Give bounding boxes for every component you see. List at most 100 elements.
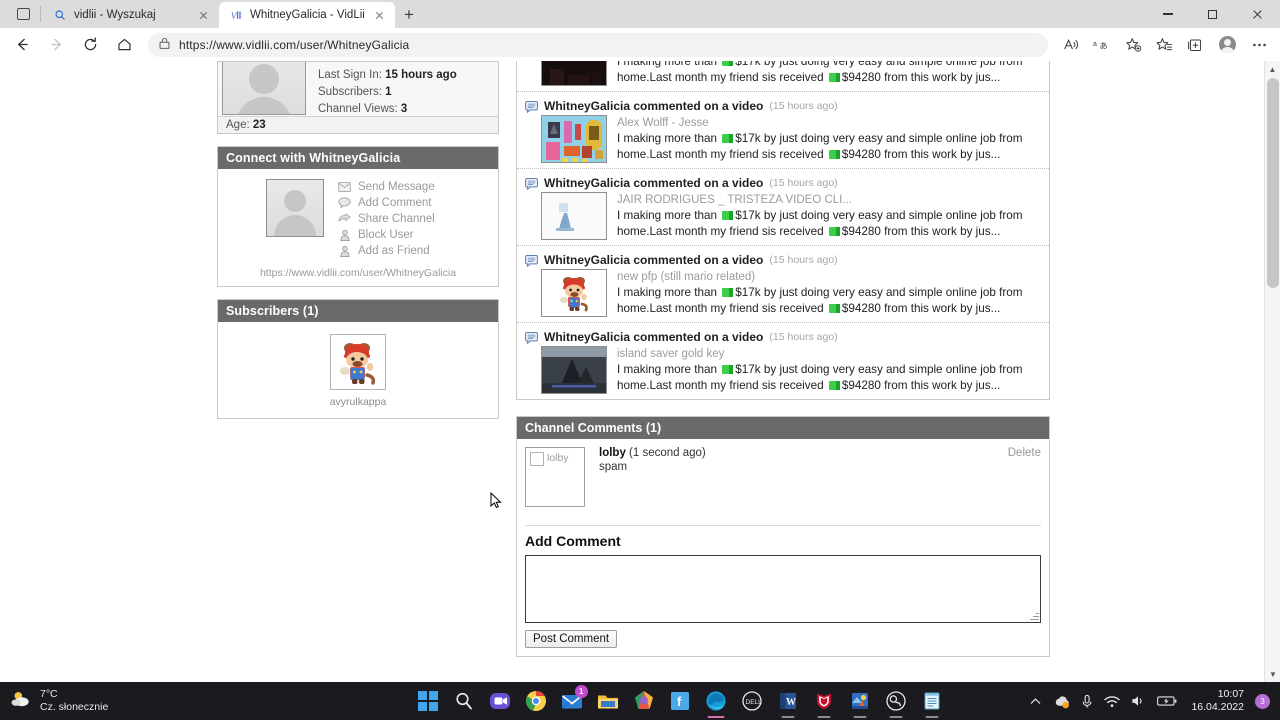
add-as-friend-link[interactable]: Add as Friend [338, 244, 435, 257]
profile-info-box: Last Sign In: 15 hours ago Subscribers: … [217, 61, 499, 134]
subscriber-item[interactable]: avyrulkappa [329, 334, 387, 408]
activity-time: (15 hours ago) [769, 100, 838, 112]
video-title[interactable]: island saver gold key [617, 346, 1041, 362]
tab-actions-button[interactable] [6, 0, 40, 28]
divider [525, 525, 1041, 526]
collections-icon[interactable] [1180, 31, 1210, 59]
home-icon[interactable] [108, 31, 140, 59]
video-thumbnail[interactable] [541, 192, 607, 240]
forward-icon[interactable] [40, 31, 72, 59]
notepad-icon[interactable] [920, 689, 944, 718]
close-icon[interactable] [372, 8, 387, 23]
post-comment-button[interactable]: Post Comment [525, 630, 618, 648]
activity-header: WhitneyGalicia commented on a video [544, 253, 764, 267]
comment-text: I making more than $17k by just doing ve… [617, 209, 1023, 238]
chrome-icon[interactable] [524, 689, 548, 713]
scrollbar-thumb[interactable] [1267, 78, 1279, 288]
comment-avatar[interactable]: lolby [525, 447, 585, 507]
main-content: I making more than $17k by just doing ve… [516, 61, 1050, 657]
add-comment-link[interactable]: Add Comment [338, 196, 435, 209]
microphone-icon[interactable] [1081, 694, 1093, 709]
comment-textarea[interactable] [525, 555, 1041, 623]
store-icon[interactable]: f [668, 689, 692, 713]
browser-tab-vidlii[interactable]: V WhitneyGalicia - VidLii [219, 2, 395, 28]
notification-badge[interactable]: 3 [1255, 693, 1270, 709]
comment-row: lolby lolby (1 second ago) Delete spam [525, 447, 1041, 507]
wifi-icon[interactable] [1104, 695, 1121, 708]
microsoft-365-icon[interactable] [632, 689, 656, 713]
mcafee-icon[interactable] [812, 689, 836, 718]
browser-tab-search[interactable]: vidlii - Wyszukaj [43, 2, 219, 28]
comment-icon [338, 196, 351, 209]
settings-more-icon[interactable] [1244, 31, 1274, 59]
video-thumbnail[interactable] [541, 61, 607, 86]
obs-icon[interactable] [884, 689, 908, 718]
subscriber-avatar [330, 334, 386, 390]
vidlii-icon: V [229, 8, 243, 22]
file-explorer-icon[interactable] [596, 689, 620, 713]
activity-header: WhitneyGalicia commented on a video [544, 99, 764, 113]
minimize-button[interactable] [1145, 0, 1190, 28]
game-icon[interactable] [848, 689, 872, 718]
link-label: Block User [358, 228, 414, 241]
comment-author[interactable]: lolby [599, 447, 626, 459]
taskbar-clock[interactable]: 10:07 16.04.2022 [1191, 688, 1244, 714]
video-thumbnail[interactable] [541, 269, 607, 317]
block-user-link[interactable]: Block User [338, 228, 435, 241]
search-taskbar-icon[interactable] [452, 689, 476, 713]
video-title[interactable]: new pfp (still mario related) [617, 269, 1041, 285]
refresh-icon[interactable] [74, 31, 106, 59]
money-icon [828, 150, 840, 159]
link-label: Add as Friend [358, 244, 430, 257]
close-icon[interactable] [196, 8, 211, 23]
clock-time: 10:07 [1217, 688, 1244, 700]
maximize-button[interactable] [1190, 0, 1235, 28]
video-thumbnail[interactable] [541, 346, 607, 394]
edge-icon[interactable] [704, 689, 728, 718]
activity-header: WhitneyGalicia commented on a video [544, 176, 764, 190]
activity-item: WhitneyGalicia commented on a video (15 … [517, 323, 1049, 399]
volume-icon[interactable] [1131, 694, 1146, 708]
send-message-link[interactable]: Send Message [338, 180, 435, 193]
battery-icon[interactable] [1157, 695, 1177, 707]
navigation-bar: https://www.vidlii.com/user/WhitneyGalic… [0, 28, 1280, 61]
teams-icon[interactable] [488, 689, 512, 713]
dell-icon[interactable]: DELL [740, 689, 764, 713]
new-tab-button[interactable]: + [395, 2, 423, 28]
clock-date: 16.04.2022 [1191, 701, 1244, 713]
weather-condition: Cz. słonecznie [40, 701, 109, 713]
activity-item: WhitneyGalicia commented on a video (15 … [517, 169, 1049, 246]
tab-strip: vidlii - Wyszukaj V WhitneyGalicia - Vid… [0, 0, 1280, 28]
share-channel-link[interactable]: Share Channel [338, 212, 435, 225]
profile-icon[interactable] [1211, 31, 1243, 59]
site-info-icon[interactable] [158, 37, 171, 53]
add-favorite-icon[interactable] [1118, 31, 1148, 59]
delete-comment-link[interactable]: Delete [1008, 447, 1041, 459]
address-bar[interactable]: https://www.vidlii.com/user/WhitneyGalic… [148, 32, 1048, 57]
word-icon[interactable]: W [776, 689, 800, 718]
onedrive-sync-icon[interactable] [1053, 694, 1070, 709]
back-icon[interactable] [6, 31, 38, 59]
close-window-button[interactable] [1235, 0, 1280, 28]
show-hidden-icons[interactable] [1029, 695, 1042, 708]
windows-taskbar: 7°C Cz. słonecznie 1 f DELL W 10:07 16.0… [0, 682, 1280, 720]
subscriber-name: avyrulkappa [329, 396, 387, 408]
comment-bubble-icon [525, 177, 538, 190]
resize-handle[interactable] [1029, 611, 1039, 621]
read-aloud-icon[interactable] [1056, 31, 1086, 59]
video-title[interactable]: JAIR RODRIGUES _ TRISTEZA VIDEO CLI... [617, 192, 1041, 208]
mail-icon[interactable]: 1 [560, 685, 588, 713]
scroll-up-arrow[interactable]: ▲ [1265, 61, 1280, 77]
scroll-down-arrow[interactable]: ▼ [1265, 666, 1280, 682]
comment-bubble-icon [525, 331, 538, 344]
weather-widget[interactable]: 7°C Cz. słonecznie [0, 688, 330, 714]
weather-temp: 7°C [40, 688, 58, 700]
translate-icon[interactable]: aあ [1087, 31, 1117, 59]
favorites-icon[interactable] [1149, 31, 1179, 59]
start-button[interactable] [416, 689, 440, 713]
subscribers-heading: Subscribers (1) [218, 300, 498, 322]
money-icon [722, 365, 734, 375]
video-thumbnail[interactable] [541, 115, 607, 163]
page-scrollbar[interactable]: ▲ ▼ [1264, 61, 1280, 682]
video-title[interactable]: Alex Wolff - Jesse [617, 115, 1041, 131]
